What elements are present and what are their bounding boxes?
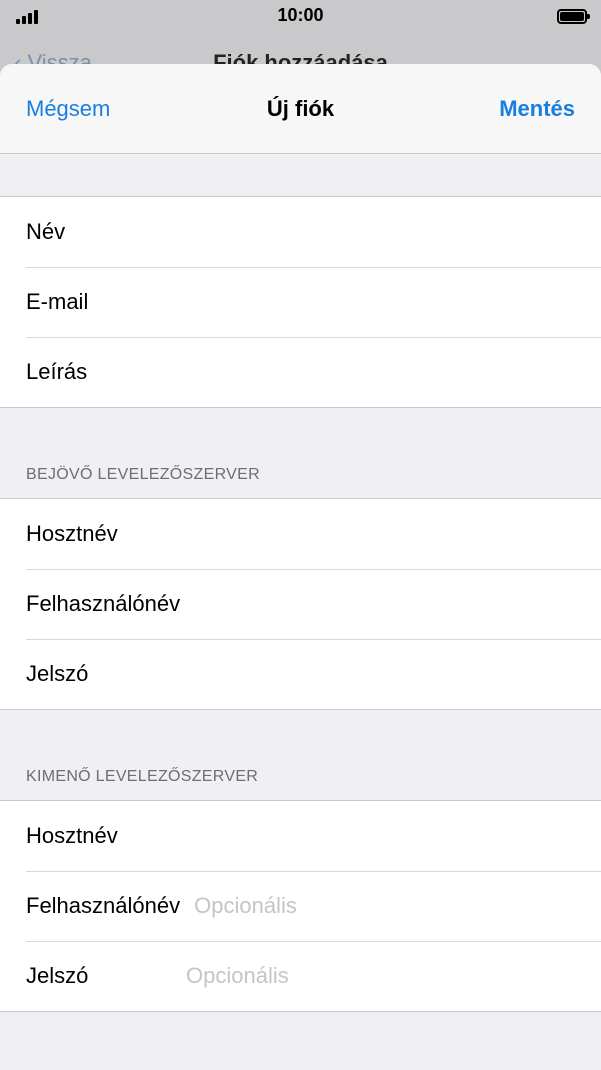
outgoing-hostname-label: Hosztnév: [26, 823, 118, 848]
incoming-hostname-field[interactable]: Hosztnév: [0, 499, 601, 569]
incoming-server-group: Hosztnév Felhasználónév Jelszó: [0, 498, 601, 710]
incoming-password-field[interactable]: Jelszó: [0, 639, 601, 709]
status-time: 10:00: [277, 5, 324, 25]
email-label: E-mail: [26, 289, 89, 314]
name-field[interactable]: Név: [0, 197, 601, 267]
description-label: Leírás: [26, 359, 88, 384]
outgoing-password-placeholder[interactable]: Opcionális: [186, 963, 289, 989]
outgoing-username-placeholder[interactable]: Opcionális: [194, 893, 297, 919]
save-button[interactable]: Mentés: [499, 96, 575, 122]
incoming-password-label: Jelszó: [26, 661, 89, 686]
account-info-group: Név E-mail Leírás: [0, 196, 601, 408]
name-label: Név: [26, 219, 66, 244]
incoming-username-field[interactable]: Felhasználónév: [0, 569, 601, 639]
status-bar: 10:00: [0, 0, 601, 34]
incoming-hostname-label: Hosztnév: [26, 521, 118, 546]
outgoing-hostname-field[interactable]: Hosztnév: [0, 801, 601, 871]
outgoing-server-group: Hosztnév Felhasználónév Opcionális Jelsz…: [0, 800, 601, 1012]
outgoing-password-label: Jelszó: [26, 963, 89, 988]
outgoing-username-field[interactable]: Felhasználónév Opcionális: [0, 871, 601, 941]
outgoing-server-header: KIMENŐ LEVELEZŐSZERVER: [26, 768, 259, 785]
battery-icon: [557, 9, 590, 24]
incoming-server-header: BEJÖVŐ LEVELEZŐSZERVER: [26, 466, 260, 483]
new-account-sheet: Mégsem Új fiók Mentés Név E-mail Leírás …: [0, 64, 601, 1070]
description-field[interactable]: Leírás: [0, 337, 601, 407]
email-field[interactable]: E-mail: [0, 267, 601, 337]
incoming-username-label: Felhasználónév: [26, 591, 181, 616]
outgoing-password-field[interactable]: Jelszó Opcionális: [0, 941, 601, 1011]
outgoing-username-label: Felhasználónév: [26, 893, 181, 918]
sheet-nav-bar: Mégsem Új fiók Mentés: [0, 64, 601, 154]
